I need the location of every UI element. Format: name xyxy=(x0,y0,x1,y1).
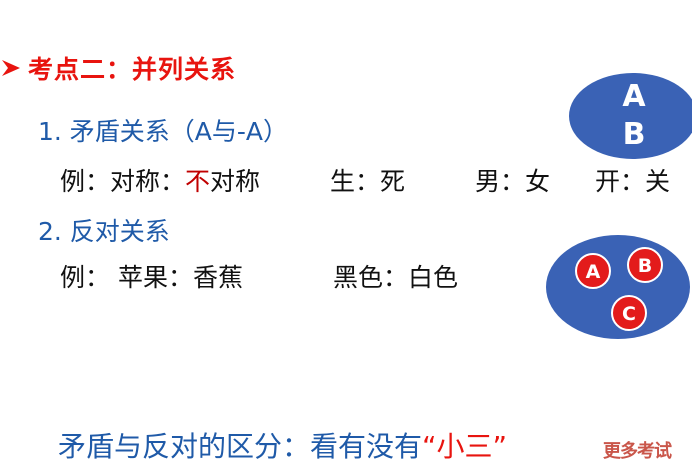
example-prefix: 例：对称： xyxy=(60,167,186,196)
title-row: 考点二：并列关系 xyxy=(0,50,236,86)
example-red-char: 不 xyxy=(185,167,211,196)
section2-example-2: 黑色：白色 xyxy=(333,263,459,292)
section1-example-1: 例：对称：不对称 xyxy=(60,162,260,198)
page-title: 考点二：并列关系 xyxy=(28,55,237,84)
watermark-logo: 更多考试 xyxy=(603,441,672,462)
diagram2-label-c: C xyxy=(622,303,636,325)
footer-note: 矛盾与反对的区分：看有没有“小三” xyxy=(58,425,507,465)
section1-example-2: 生：死 xyxy=(330,167,406,196)
section1-heading: 1. 矛盾关系（A与-A） xyxy=(38,117,289,146)
diagram2-label-a: A xyxy=(586,261,601,283)
section2-heading: 2. 反对关系 xyxy=(38,217,170,246)
example-suffix: 对称 xyxy=(210,167,261,196)
diagram1-label-a: A xyxy=(622,79,646,114)
footer-highlight: “小三” xyxy=(422,430,508,463)
contrary-diagram: A B C xyxy=(546,235,690,339)
contradiction-diagram: A B xyxy=(569,73,692,159)
diagram1-label-b: B xyxy=(623,117,646,152)
arrow-bullet-icon xyxy=(2,60,20,76)
diagram2-label-b: B xyxy=(638,255,652,277)
footer-text: 矛盾与反对的区分：看有没有 xyxy=(58,430,423,463)
section2-example-1: 例： 苹果：香蕉 xyxy=(60,263,243,292)
section1-example-4: 开：关 xyxy=(595,167,671,196)
section1-example-3: 男：女 xyxy=(475,167,551,196)
